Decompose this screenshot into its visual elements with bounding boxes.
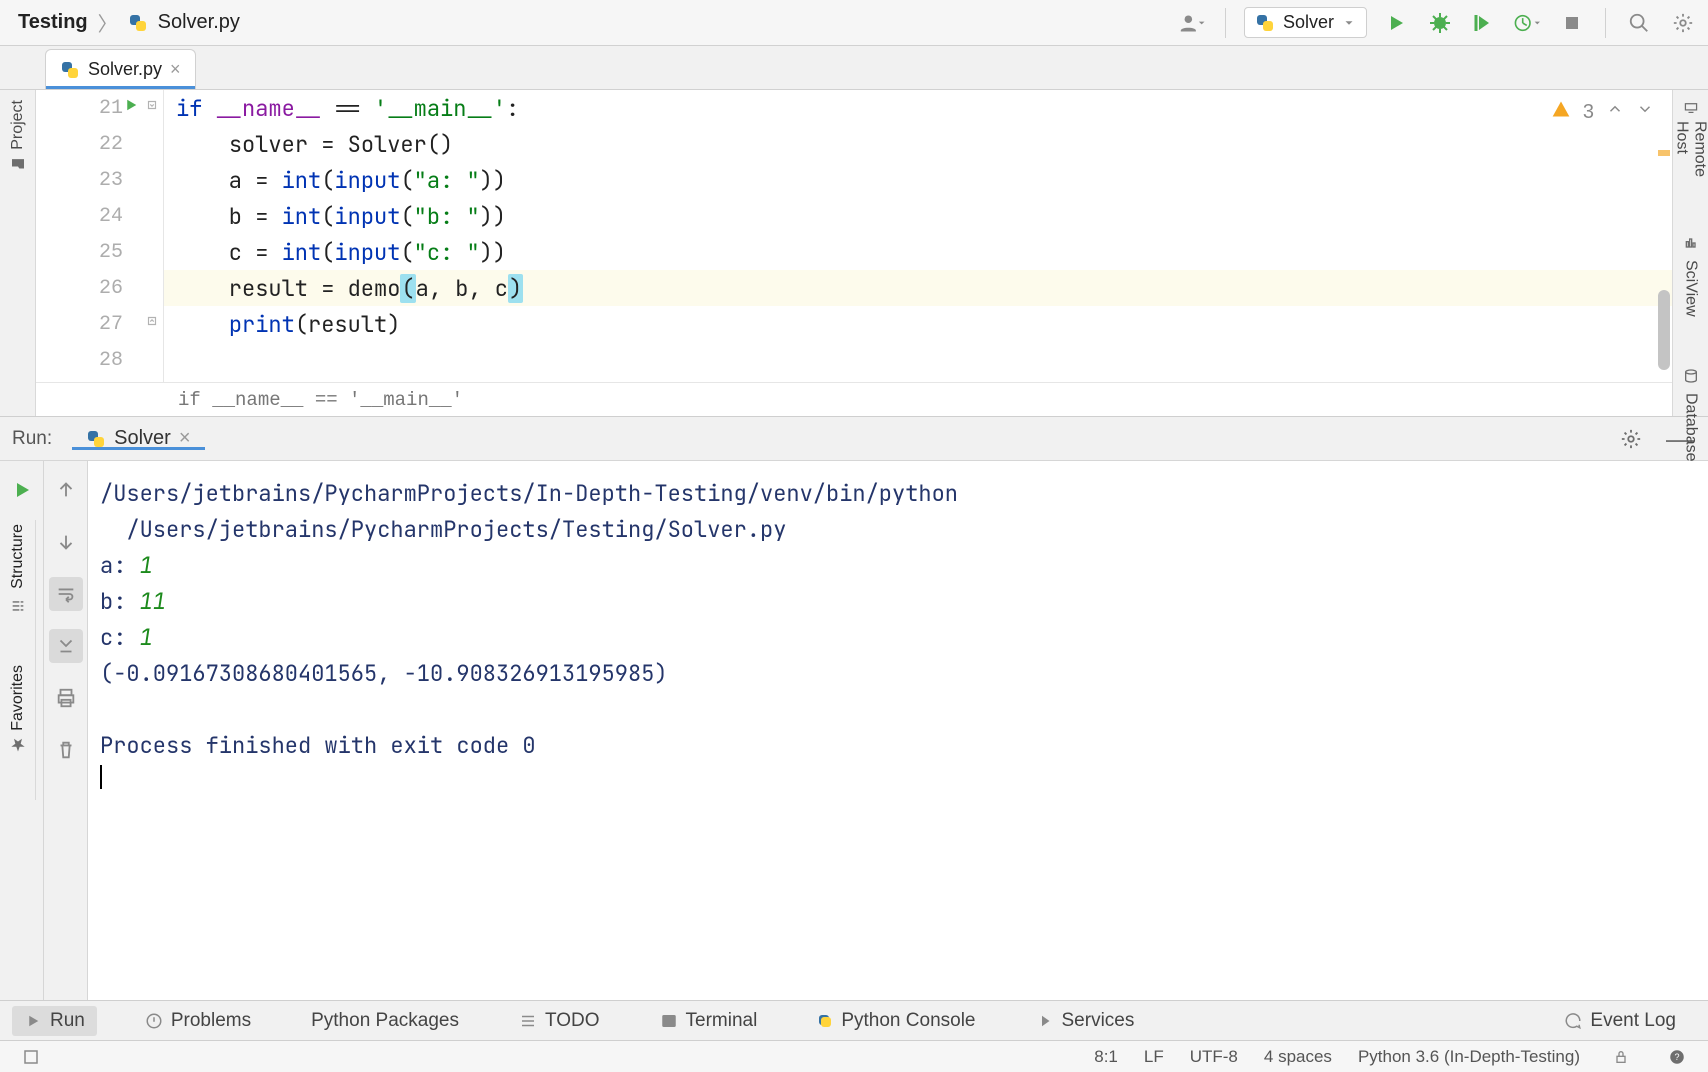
close-tab-icon[interactable]: ×	[170, 59, 181, 80]
rerun-button[interactable]	[5, 473, 39, 507]
up-stack-icon[interactable]	[49, 473, 83, 507]
toolwindow-python-console-button[interactable]: Python Console	[805, 1006, 987, 1036]
toolwindow-services-button[interactable]: Services	[1024, 1006, 1147, 1036]
code-line[interactable]: result = demo(a, b, c)	[164, 270, 1672, 306]
code-line[interactable]	[164, 342, 1672, 378]
run-configuration-selector[interactable]: Solver	[1244, 7, 1367, 38]
status-lock-icon[interactable]	[1606, 1042, 1636, 1072]
bottom-toolwindow-bar: Run Problems Python Packages TODO Termin…	[0, 1000, 1708, 1040]
toolwindow-sciview[interactable]: SciView	[1682, 228, 1700, 321]
code-line[interactable]: solver = Solver()	[164, 126, 1672, 162]
python-file-icon	[128, 13, 148, 33]
print-icon[interactable]	[49, 681, 83, 715]
clear-all-icon[interactable]	[49, 733, 83, 767]
left-toolwindow-strip: Project	[0, 90, 36, 416]
breadcrumb-project[interactable]: Testing	[18, 11, 88, 34]
status-line-separator[interactable]: LF	[1144, 1047, 1164, 1067]
python-file-icon	[60, 60, 80, 80]
editor-scrollbar-thumb[interactable]	[1658, 290, 1670, 370]
editor-breadcrumb-path[interactable]: if __name__ == '__main__'	[36, 382, 1672, 416]
editor-inspections-widget[interactable]: 3	[1551, 98, 1654, 126]
toolwindow-problems-button[interactable]: Problems	[133, 1006, 263, 1036]
svg-text:?: ?	[1674, 1052, 1679, 1062]
breadcrumb-file[interactable]: Solver.py	[158, 11, 240, 34]
toolwindow-database[interactable]: Database	[1682, 361, 1700, 466]
toolwindow-eventlog-button[interactable]: Event Log	[1552, 1006, 1688, 1036]
console-line: (-0.09167308680401565, -10.9083269131959…	[100, 655, 1696, 691]
run-coverage-button[interactable]	[1469, 8, 1499, 38]
inspection-count: 3	[1583, 101, 1594, 124]
toolwindow-remotehost[interactable]: Remote Host	[1673, 96, 1708, 188]
editor-tab-solver[interactable]: Solver.py ×	[45, 49, 196, 89]
python-icon	[86, 429, 106, 449]
navigation-bar: Testing 〉 Solver.py Solver	[0, 0, 1708, 46]
warning-icon	[1551, 99, 1571, 125]
code-line[interactable]: a = int(input("a: "))	[164, 162, 1672, 198]
status-caret-position[interactable]: 8:1	[1094, 1047, 1118, 1067]
console-line: /Users/jetbrains/PycharmProjects/In-Dept…	[100, 475, 1696, 511]
code-line[interactable]: b = int(input("b: "))	[164, 198, 1672, 234]
toolwindow-todo-button[interactable]: TODO	[507, 1006, 612, 1036]
status-indent[interactable]: 4 spaces	[1264, 1047, 1332, 1067]
code-line[interactable]: print(result)	[164, 306, 1672, 342]
run-toolwindow-title: Run:	[12, 428, 52, 450]
console-caret	[100, 765, 102, 789]
toolwindow-project[interactable]: Project	[9, 96, 27, 176]
chevron-right-icon: 〉	[98, 8, 118, 37]
console-line: /Users/jetbrains/PycharmProjects/Testing…	[100, 511, 1696, 547]
run-console-toolbar	[44, 461, 88, 1000]
console-line: b: 11	[100, 583, 1696, 619]
run-button[interactable]	[1381, 8, 1411, 38]
next-highlight-icon[interactable]	[1636, 98, 1654, 126]
editor-tab-label: Solver.py	[88, 59, 162, 80]
status-encoding[interactable]: UTF-8	[1190, 1047, 1238, 1067]
settings-button[interactable]	[1668, 8, 1698, 38]
gutter-run-icon[interactable]	[122, 96, 140, 121]
run-toolwindow: Run: Solver × —	[0, 416, 1708, 1000]
soft-wrap-icon[interactable]	[49, 577, 83, 611]
fold-collapse-icon[interactable]	[145, 94, 159, 123]
editor-tabs: Solver.py ×	[0, 46, 1708, 90]
run-toolwindow-header: Run: Solver × —	[0, 417, 1708, 461]
editor-content[interactable]: if __name__ == '__main__': solver = Solv…	[164, 90, 1672, 382]
code-editor[interactable]: 2122232425262728 if __name__ == '__main_…	[36, 90, 1672, 416]
console-line	[100, 691, 1696, 727]
console-line: c: 1	[100, 619, 1696, 655]
code-line[interactable]: if __name__ == '__main__':	[164, 90, 1672, 126]
console-line: a: 1	[100, 547, 1696, 583]
status-bar: 8:1 LF UTF-8 4 spaces Python 3.6 (In-Dep…	[0, 1040, 1708, 1072]
prev-highlight-icon[interactable]	[1606, 98, 1624, 126]
status-interpreter[interactable]: Python 3.6 (In-Depth-Testing)	[1358, 1047, 1580, 1067]
profile-button[interactable]	[1513, 8, 1543, 38]
error-stripe-marker[interactable]	[1658, 150, 1670, 156]
run-settings-icon[interactable]	[1616, 424, 1646, 454]
run-tab-solver[interactable]: Solver ×	[72, 427, 204, 450]
right-toolwindow-strip: Remote Host SciView Database	[1672, 90, 1708, 416]
console-line: Process finished with exit code 0	[100, 727, 1696, 763]
python-icon	[1255, 13, 1275, 33]
run-config-name: Solver	[1283, 12, 1334, 33]
status-ide-notifications-icon[interactable]: ?	[1662, 1042, 1692, 1072]
main-toolbar: Solver	[1177, 7, 1698, 38]
fold-end-icon[interactable]	[145, 310, 159, 339]
editor-gutter[interactable]: 2122232425262728	[36, 90, 164, 382]
debug-button[interactable]	[1425, 8, 1455, 38]
down-stack-icon[interactable]	[49, 525, 83, 559]
toolwindow-structure[interactable]: Structure	[9, 520, 27, 621]
stop-button[interactable]	[1557, 8, 1587, 38]
breadcrumb: Testing 〉 Solver.py	[18, 8, 240, 37]
search-everywhere-button[interactable]	[1624, 8, 1654, 38]
code-line[interactable]: c = int(input("c: "))	[164, 234, 1672, 270]
toolwindow-run-button[interactable]: Run	[12, 1006, 97, 1036]
toolwindow-terminal-button[interactable]: Terminal	[648, 1006, 770, 1036]
toolwindows-quick-access-icon[interactable]	[16, 1042, 46, 1072]
python-icon	[817, 1013, 833, 1029]
run-tab-label: Solver	[114, 427, 171, 450]
toolwindow-python-packages-button[interactable]: Python Packages	[299, 1006, 471, 1036]
toolwindow-favorites[interactable]: Favorites	[9, 661, 27, 757]
run-console-output[interactable]: /Users/jetbrains/PycharmProjects/In-Dept…	[88, 461, 1708, 1000]
close-run-tab-icon[interactable]: ×	[179, 427, 191, 450]
user-dropdown-icon[interactable]	[1177, 8, 1207, 38]
scroll-to-end-icon[interactable]	[49, 629, 83, 663]
